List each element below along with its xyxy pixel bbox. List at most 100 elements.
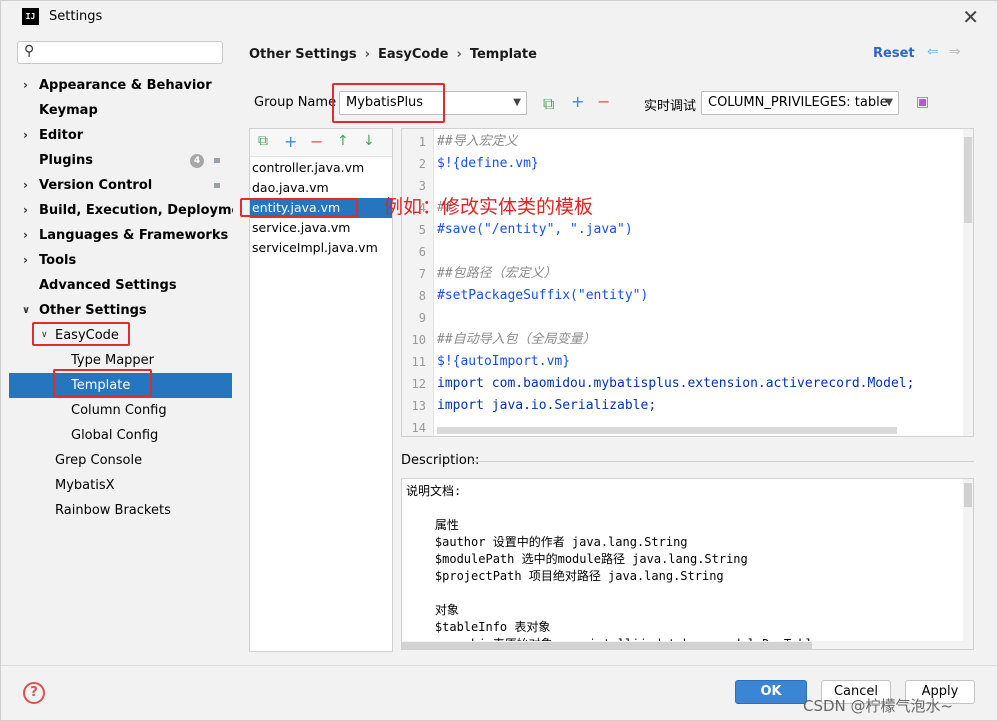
list-item[interactable]: serviceImpl.java.vm	[250, 238, 392, 258]
remove-group-icon[interactable]: −	[597, 92, 610, 111]
sidebar-item-mybatisx[interactable]: MybatisX	[9, 473, 232, 498]
chevron-down-icon: ▼	[885, 97, 893, 108]
sidebar-item-label: Editor	[39, 128, 84, 143]
editor-horizontal-scrollbar[interactable]	[437, 427, 897, 434]
sidebar-item-editor[interactable]: › Editor	[9, 123, 232, 148]
sidebar-item-version-control[interactable]: › Version Control	[9, 173, 232, 198]
sidebar-item-label: Keymap	[39, 103, 98, 118]
description-line: $projectPath 项目绝对路径 java.lang.String	[406, 569, 724, 583]
sidebar-item-other-settings[interactable]: ∨ Other Settings	[9, 298, 232, 323]
breadcrumb-item[interactable]: EasyCode	[378, 47, 448, 62]
sidebar-item-grep-console[interactable]: Grep Console	[9, 448, 232, 473]
sidebar-item-appearance[interactable]: › Appearance & Behavior	[9, 73, 232, 98]
highlight-box-template	[53, 369, 152, 397]
sidebar-item-label: MybatisX	[55, 478, 115, 493]
add-file-icon[interactable]: +	[284, 132, 297, 151]
chevron-right-icon: ›	[23, 253, 28, 267]
title-bar: IJ Settings ✕	[1, 1, 997, 33]
description-line: $modulePath 选中的module路径 java.lang.String	[406, 552, 748, 566]
group-name-label: Group Name	[254, 95, 337, 110]
sidebar-item-label: Tools	[39, 253, 77, 268]
breadcrumb-item[interactable]: Other Settings	[249, 47, 357, 62]
description-text-area[interactable]: 说明文档: 属性 $author 设置中的作者 java.lang.String…	[401, 478, 974, 650]
sidebar-item-languages[interactable]: › Languages & Frameworks	[9, 223, 232, 248]
chevron-down-icon: ▼	[513, 97, 521, 108]
line-number: 5	[418, 223, 426, 237]
ok-button[interactable]: OK	[735, 680, 807, 704]
move-down-icon[interactable]: ↓	[363, 133, 375, 149]
annotation-text: 例如：修改实体类的模板	[384, 196, 594, 218]
description-horizontal-scrollbar[interactable]	[402, 641, 965, 649]
description-vertical-scrollbar[interactable]	[963, 479, 973, 649]
settings-sidebar: ⚲ › Appearance & Behavior Keymap › Edito…	[9, 33, 256, 665]
line-number: 6	[418, 245, 426, 259]
project-level-icon	[214, 183, 220, 188]
list-item[interactable]: controller.java.vm	[250, 158, 392, 178]
scroll-thumb[interactable]	[402, 642, 812, 649]
forward-arrow-icon[interactable]: ⇒	[949, 44, 961, 60]
move-up-icon[interactable]: ↑	[337, 133, 349, 149]
code-line: import com.baomidou.mybatisplus.extensio…	[437, 376, 915, 391]
description-line: 属性	[406, 518, 459, 532]
description-label: Description:	[401, 453, 480, 468]
line-number: 7	[418, 267, 426, 281]
line-number: 12	[411, 377, 426, 391]
reset-link[interactable]: Reset	[873, 46, 915, 61]
back-arrow-icon[interactable]: ⇐	[927, 44, 939, 60]
line-number-gutter: 1 2 3 4 5 6 7 8 9 10 11 12 13 14	[402, 129, 434, 436]
highlight-box-easycode	[32, 322, 130, 346]
editor-vertical-scrollbar[interactable]	[963, 129, 973, 436]
line-number: 13	[411, 399, 426, 413]
line-number: 9	[418, 311, 426, 325]
list-item[interactable]: dao.java.vm	[250, 178, 392, 198]
console-icon[interactable]: ▣	[916, 94, 929, 110]
realtime-table-select[interactable]: COLUMN_PRIVILEGES: table ▼	[701, 91, 899, 115]
sidebar-item-label: Build, Execution, Deployment	[39, 203, 256, 218]
sidebar-item-plugins[interactable]: Plugins 4	[9, 148, 232, 173]
scroll-thumb[interactable]	[964, 137, 972, 223]
sidebar-item-label: Advanced Settings	[39, 278, 177, 293]
sidebar-item-keymap[interactable]: Keymap	[9, 98, 232, 123]
help-icon[interactable]: ?	[23, 682, 45, 704]
sidebar-item-label: Appearance & Behavior	[39, 78, 212, 93]
copy-file-icon[interactable]: ⧉	[258, 133, 268, 149]
sidebar-item-rainbow-brackets[interactable]: Rainbow Brackets	[9, 498, 232, 523]
code-line: $!{autoImport.vm}	[437, 354, 571, 369]
chevron-right-icon: ›	[23, 78, 28, 92]
sidebar-item-label: Other Settings	[39, 303, 147, 318]
chevron-right-icon: ›	[23, 178, 28, 192]
remove-file-icon[interactable]: −	[310, 132, 323, 151]
code-line: #setPackageSuffix("entity")	[437, 288, 649, 303]
realtime-table-value: COLUMN_PRIVILEGES: table	[708, 95, 888, 110]
project-level-icon	[214, 158, 220, 163]
code-line: import java.io.Serializable;	[437, 398, 657, 413]
code-line: #save("/entity", ".java")	[437, 222, 633, 237]
sidebar-item-label: Column Config	[71, 403, 167, 418]
line-number: 14	[411, 421, 426, 435]
copy-group-icon[interactable]: ⧉	[543, 94, 554, 114]
sidebar-item-column-config[interactable]: Column Config	[9, 398, 232, 423]
history-nav: ⇐ ⇒	[927, 44, 960, 60]
add-group-icon[interactable]: +	[571, 92, 584, 111]
sidebar-item-label: Global Config	[71, 428, 159, 443]
list-item[interactable]: service.java.vm	[250, 218, 392, 238]
description-line: 对象	[406, 603, 459, 617]
search-input[interactable]: ⚲	[17, 41, 223, 64]
sidebar-item-tools[interactable]: › Tools	[9, 248, 232, 273]
breadcrumb: Other Settings › EasyCode › Template	[249, 47, 537, 62]
code-line: ##包路径（宏定义）	[437, 266, 557, 281]
line-number: 8	[418, 289, 426, 303]
file-list-toolbar: ⧉ + − ↑ ↓	[250, 129, 392, 157]
watermark: CSDN @柠檬气泡水~	[803, 697, 954, 715]
chevron-right-icon: ›	[23, 128, 28, 142]
realtime-debug-label: 实时调试	[644, 99, 697, 114]
chevron-right-icon: ›	[23, 228, 28, 242]
template-code-editor[interactable]: 1 2 3 4 5 6 7 8 9 10 11 12 13 14 ##导入宏定义…	[401, 128, 974, 437]
content-panel: Other Settings › EasyCode › Template Reset ⇐…	[233, 33, 997, 665]
sidebar-item-advanced[interactable]: Advanced Settings	[9, 273, 232, 298]
sidebar-item-global-config[interactable]: Global Config	[9, 423, 232, 448]
sidebar-item-label: Plugins	[39, 153, 93, 168]
sidebar-item-build[interactable]: › Build, Execution, Deployment	[9, 198, 256, 223]
close-icon[interactable]: ✕	[962, 5, 979, 29]
scroll-thumb[interactable]	[964, 483, 972, 507]
